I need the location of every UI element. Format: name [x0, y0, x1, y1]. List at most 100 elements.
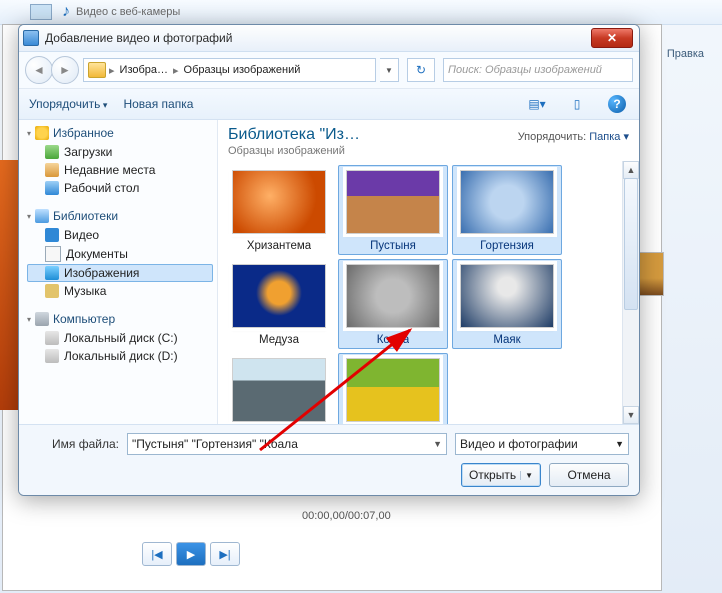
arrange-by[interactable]: Упорядочить: Папка ▾: [518, 126, 629, 143]
tree-label: Компьютер: [53, 312, 115, 326]
file-item[interactable]: Гортензия: [452, 165, 562, 255]
image-icon: [45, 266, 59, 280]
scroll-down-button[interactable]: ▼: [623, 406, 639, 424]
time-counter: 00:00,00/00:07,00: [302, 510, 391, 522]
open-split-icon[interactable]: ▼: [520, 471, 533, 480]
chevron-right-icon: ▸: [172, 64, 180, 77]
tree-item-videos[interactable]: Видео: [27, 226, 213, 244]
app-icon: [23, 30, 39, 46]
tree-item-desktop[interactable]: Рабочий стол: [27, 179, 213, 197]
file-thumbnail: [346, 358, 440, 422]
file-caption: Медуза: [259, 334, 299, 346]
dialog-footer: Имя файла: "Пустыня" "Гортензия" "Коала▼…: [19, 424, 639, 495]
next-button[interactable]: ▶|: [210, 542, 240, 566]
nav-back-button[interactable]: ◄: [25, 56, 53, 84]
tree-group-computer[interactable]: ▾ Компьютер: [27, 312, 213, 326]
file-thumbnail: [460, 170, 554, 234]
file-item[interactable]: Пустыня: [338, 165, 448, 255]
file-item[interactable]: Тюльпаны: [338, 353, 448, 424]
file-item[interactable]: Хризантема: [224, 165, 334, 255]
nav-forward-button[interactable]: ►: [51, 56, 79, 84]
file-thumbnail: [346, 170, 440, 234]
cancel-button[interactable]: Отмена: [549, 463, 629, 487]
help-button[interactable]: ?: [605, 93, 629, 115]
ribbon-text: Видео с веб-камеры: [76, 6, 180, 18]
scroll-thumb[interactable]: [624, 178, 638, 310]
star-icon: [35, 126, 49, 140]
download-icon: [45, 145, 59, 159]
file-open-dialog: Добавление видео и фотографий ✕ ◄ ► ▸ Из…: [18, 24, 640, 496]
dialog-toolbar: Упорядочить Новая папка ▤▾ ▯ ?: [19, 89, 639, 120]
file-item[interactable]: Пингвины: [224, 353, 334, 424]
file-caption: Пустыня: [370, 240, 416, 252]
search-input[interactable]: Поиск: Образцы изображений: [443, 58, 633, 82]
chevron-down-icon: ▾: [27, 315, 31, 324]
dialog-titlebar[interactable]: Добавление видео и фотографий ✕: [19, 25, 639, 52]
view-mode-button[interactable]: ▤▾: [525, 93, 549, 115]
file-caption: Коала: [377, 334, 410, 346]
chevron-down-icon: ▾: [27, 129, 31, 138]
scroll-up-button[interactable]: ▲: [623, 161, 639, 179]
breadcrumb-seg[interactable]: Образцы изображений: [180, 64, 305, 76]
player-controls: |◀ ▶ ▶|: [142, 542, 240, 566]
tree-item-recent[interactable]: Недавние места: [27, 161, 213, 179]
music-lib-icon: [45, 284, 59, 298]
content-pane: Библиотека "Из… Образцы изображений Упор…: [218, 120, 639, 424]
folder-icon: [88, 62, 106, 78]
library-icon: [35, 209, 49, 223]
play-button[interactable]: ▶: [176, 542, 206, 566]
search-placeholder: Поиск: Образцы изображений: [448, 64, 602, 76]
recent-icon: [45, 163, 59, 177]
new-folder-button[interactable]: Новая папка: [123, 97, 193, 111]
tree-label: Библиотеки: [53, 209, 118, 223]
chevron-down-icon: ▾: [27, 212, 31, 221]
close-button[interactable]: ✕: [591, 28, 633, 48]
breadcrumb-dropdown[interactable]: ▼: [380, 58, 399, 82]
open-button[interactable]: Открыть▼: [461, 463, 541, 487]
filename-label: Имя файла:: [29, 437, 119, 451]
file-caption: Гортензия: [480, 240, 534, 252]
tree-group-favorites[interactable]: ▾ Избранное: [27, 126, 213, 140]
breadcrumb-seg[interactable]: Изобра…: [116, 64, 172, 76]
desktop-icon: [45, 181, 59, 195]
prev-button[interactable]: |◀: [142, 542, 172, 566]
file-thumbnail: [232, 358, 326, 422]
music-icon: ♪: [62, 3, 70, 21]
breadcrumb[interactable]: ▸ Изобра… ▸ Образцы изображений: [83, 58, 376, 82]
tree-item-music[interactable]: Музыка: [27, 282, 213, 300]
file-item[interactable]: Маяк: [452, 259, 562, 349]
preview-pane-button[interactable]: ▯: [565, 93, 589, 115]
tree-item-downloads[interactable]: Загрузки: [27, 143, 213, 161]
file-thumbnail: [346, 264, 440, 328]
tree-item-documents[interactable]: Документы: [27, 244, 213, 264]
file-thumbnail: [232, 264, 326, 328]
chevron-right-icon: ▸: [108, 64, 116, 77]
help-icon: ?: [608, 95, 626, 113]
ribbon-thumbs: ♪ Видео с веб-камеры: [30, 3, 180, 21]
file-caption: Хризантема: [247, 240, 311, 252]
computer-icon: [35, 312, 49, 326]
video-icon: [45, 228, 59, 242]
library-title: Библиотека "Из…: [228, 126, 518, 144]
tree-item-drive-d[interactable]: Локальный диск (D:): [27, 347, 213, 365]
file-item[interactable]: Медуза: [224, 259, 334, 349]
tree-item-drive-c[interactable]: Локальный диск (C:): [27, 329, 213, 347]
organize-menu[interactable]: Упорядочить: [29, 97, 107, 111]
file-thumbnail: [460, 264, 554, 328]
file-thumbnail: [232, 170, 326, 234]
library-subtitle: Образцы изображений: [228, 145, 518, 157]
document-icon: [45, 246, 61, 262]
tree-group-libraries[interactable]: ▾ Библиотеки: [27, 209, 213, 223]
timeline-thumb: [0, 160, 20, 410]
drive-icon: [45, 349, 59, 363]
filetype-select[interactable]: Видео и фотографии▼: [455, 433, 629, 455]
refresh-button[interactable]: ↻: [407, 58, 435, 82]
nav-tree[interactable]: ▾ Избранное Загрузки Недавние места Рабо…: [19, 120, 218, 424]
vertical-scrollbar[interactable]: ▲ ▼: [622, 161, 639, 424]
arrange-dropdown[interactable]: Папка ▾: [589, 131, 629, 143]
ribbon-group-label: Правка: [667, 48, 704, 60]
file-item[interactable]: Коала: [338, 259, 448, 349]
thumbnail-grid[interactable]: Хризантема Пустыня Гортензия Медуза Коала Мая…: [218, 161, 623, 424]
tree-item-pictures[interactable]: Изображения: [27, 264, 213, 282]
filename-input[interactable]: "Пустыня" "Гортензия" "Коала▼: [127, 433, 447, 455]
